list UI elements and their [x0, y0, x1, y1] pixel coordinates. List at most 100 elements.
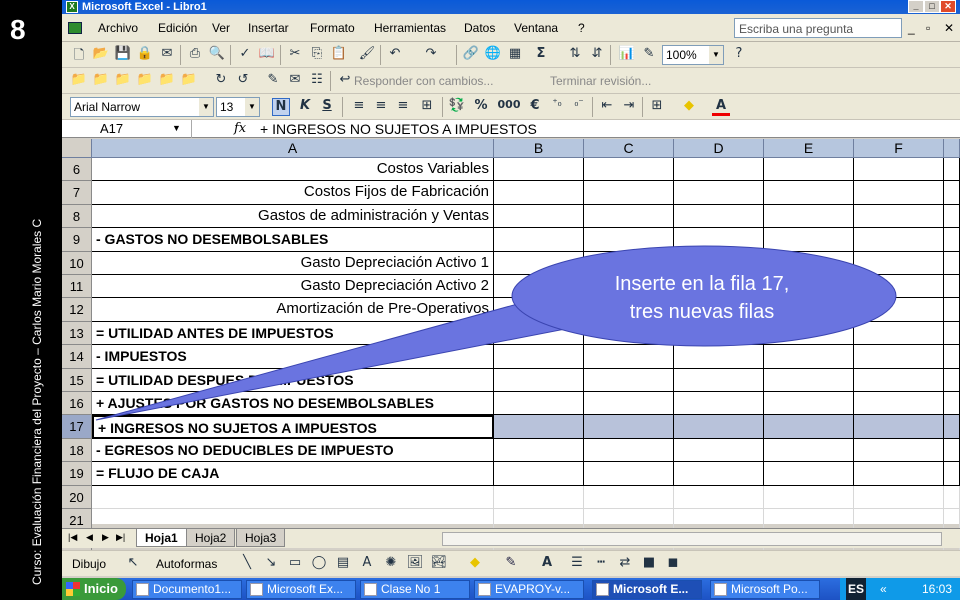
cell-b7[interactable]: [494, 181, 584, 205]
chart-wizard-icon[interactable]: 📊: [618, 46, 636, 64]
permission-icon[interactable]: 🔒: [136, 46, 154, 64]
currency-icon[interactable]: 💱: [448, 98, 466, 116]
line-color-icon[interactable]: ✎: [502, 555, 520, 573]
cell-b17[interactable]: [494, 415, 584, 439]
table-icon[interactable]: ▦: [506, 46, 524, 64]
select-objects-icon[interactable]: ↖: [124, 555, 142, 573]
cell-f8[interactable]: [854, 204, 944, 229]
cell-e18[interactable]: [764, 438, 854, 463]
arrow-icon[interactable]: ↘: [262, 555, 280, 573]
menu-ventana[interactable]: Ventana: [514, 21, 558, 35]
sort-ascending-icon[interactable]: ⇅: [566, 46, 584, 64]
cell-g14[interactable]: [944, 345, 960, 369]
row-header-17[interactable]: 17: [62, 415, 92, 439]
cell-a15[interactable]: = UTILIDAD DESPUES DE IMPUESTOS: [92, 368, 494, 392]
email-icon[interactable]: ✉: [158, 46, 176, 64]
dash-style-icon[interactable]: ┅: [592, 555, 610, 573]
folder-icon[interactable]: 📁: [70, 72, 88, 90]
ask-question-input[interactable]: Escriba una pregunta: [734, 18, 902, 38]
cell-a18[interactable]: - EGRESOS NO DEDUCIBLES DE IMPUESTO: [92, 438, 494, 463]
cell-b16[interactable]: [494, 392, 584, 416]
3d-icon[interactable]: ◼: [664, 555, 682, 573]
cell-c18[interactable]: [584, 438, 674, 463]
task-documento1[interactable]: Documento1...: [132, 580, 242, 599]
column-header-b[interactable]: B: [494, 139, 584, 158]
row-header-20[interactable]: 20: [62, 485, 92, 509]
cell-g15[interactable]: [944, 368, 960, 392]
redo-icon[interactable]: ↷: [422, 46, 440, 64]
cell-b20[interactable]: [494, 485, 584, 509]
increase-decimal-icon[interactable]: ⁺₀: [548, 98, 566, 116]
cell-f9[interactable]: [854, 228, 944, 252]
start-button[interactable]: Inicio: [62, 578, 126, 600]
picture-icon[interactable]: 🏞: [430, 555, 448, 573]
paste-icon[interactable]: 📋: [330, 46, 348, 64]
cell-g12[interactable]: [944, 298, 960, 322]
cell-d15[interactable]: [674, 368, 764, 392]
cell-g20[interactable]: [944, 485, 960, 509]
cell-a7[interactable]: Costos Fijos de Fabricación: [92, 181, 494, 205]
line-style-icon[interactable]: ☰: [568, 555, 586, 573]
cell-a11[interactable]: Gasto Depreciación Activo 2: [92, 275, 494, 299]
cell-b18[interactable]: [494, 438, 584, 463]
line-icon[interactable]: ╲: [238, 555, 256, 573]
cell-g11[interactable]: [944, 275, 960, 299]
cell-g7[interactable]: [944, 181, 960, 205]
borders-icon[interactable]: ⊞: [648, 98, 666, 116]
cell-f16[interactable]: [854, 392, 944, 416]
open-icon[interactable]: 📂: [92, 46, 110, 64]
cell-c9[interactable]: [584, 228, 674, 252]
column-header-g[interactable]: [944, 139, 960, 158]
sheet-tab-hoja2[interactable]: Hoja2: [186, 529, 236, 547]
cell-d9[interactable]: [674, 228, 764, 252]
folder-icon[interactable]: 📁: [114, 72, 132, 90]
cell-d7[interactable]: [674, 181, 764, 205]
doc-minimize-button[interactable]: _: [908, 21, 915, 35]
cell-b8[interactable]: [494, 204, 584, 229]
cell-d17[interactable]: [674, 415, 764, 439]
increase-indent-icon[interactable]: ⇥: [620, 98, 638, 116]
cell-a16[interactable]: + AJUSTES POR GASTOS NO DESEMBOLSABLES: [92, 392, 494, 416]
cell-c17[interactable]: [584, 415, 674, 439]
menu-insertar[interactable]: Insertar: [248, 21, 289, 35]
send-icon[interactable]: ✉: [286, 72, 304, 90]
doc-restore-button[interactable]: ▫: [926, 21, 930, 35]
cell-d16[interactable]: [674, 392, 764, 416]
column-header-d[interactable]: D: [674, 139, 764, 158]
cell-a12[interactable]: Amortización de Pre-Operativos: [92, 298, 494, 322]
cell-e15[interactable]: [764, 368, 854, 392]
cell-e16[interactable]: [764, 392, 854, 416]
column-header-e[interactable]: E: [764, 139, 854, 158]
cell-a19[interactable]: = FLUJO DE CAJA: [92, 462, 494, 486]
zoom-dropdown-icon[interactable]: ▼: [709, 46, 723, 64]
fill-color-icon[interactable]: ◆: [680, 98, 698, 116]
spelling-icon[interactable]: ✓: [236, 46, 254, 64]
cell-f7[interactable]: [854, 181, 944, 205]
first-sheet-icon[interactable]: |◀: [68, 532, 77, 543]
row-header-11[interactable]: 11: [62, 275, 92, 299]
italic-button[interactable]: K: [296, 98, 314, 116]
cell-b15[interactable]: [494, 368, 584, 392]
menu-herramientas[interactable]: Herramientas: [374, 21, 446, 35]
cell-e8[interactable]: [764, 204, 854, 229]
euro-button[interactable]: €: [526, 98, 544, 116]
cell-f17[interactable]: [854, 415, 944, 439]
cell-g8[interactable]: [944, 204, 960, 229]
folder-icon[interactable]: 📁: [92, 72, 110, 90]
comment-icon[interactable]: ✎: [264, 72, 282, 90]
cell-g13[interactable]: [944, 321, 960, 346]
cell-b19[interactable]: [494, 462, 584, 486]
underline-button[interactable]: S: [318, 98, 336, 116]
size-dropdown-icon[interactable]: ▼: [245, 98, 259, 116]
print-preview-icon[interactable]: 🔍: [208, 46, 226, 64]
insert-function-icon[interactable]: fx: [234, 121, 246, 136]
wordart-icon[interactable]: A: [358, 555, 376, 573]
merge-center-icon[interactable]: ⊞: [418, 98, 436, 116]
last-sheet-icon[interactable]: ▶|: [116, 532, 125, 543]
font-color-button[interactable]: A: [712, 98, 730, 116]
horizontal-scrollbar[interactable]: [442, 532, 942, 546]
language-indicator[interactable]: ES: [846, 578, 867, 600]
row-header-12[interactable]: 12: [62, 298, 92, 322]
cell-d8[interactable]: [674, 204, 764, 229]
folder-icon[interactable]: 📁: [158, 72, 176, 90]
